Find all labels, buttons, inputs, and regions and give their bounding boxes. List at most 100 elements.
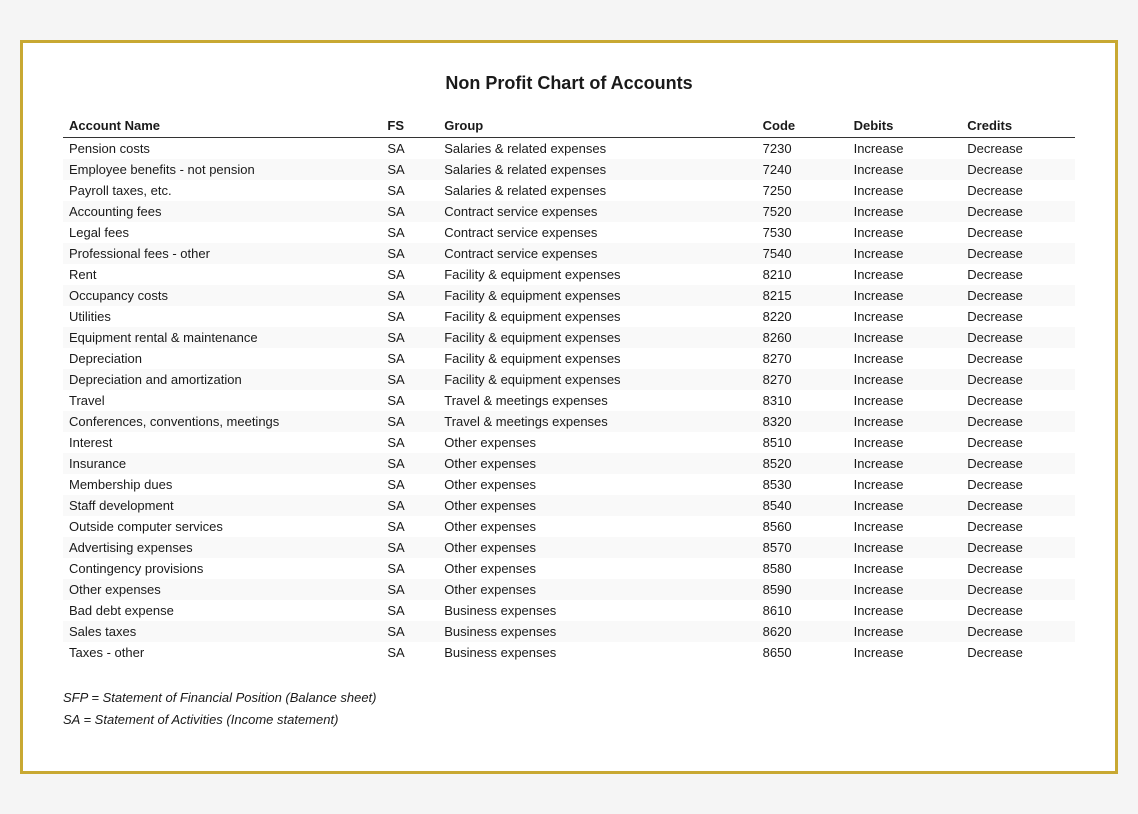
- fs-cell: SA: [381, 432, 438, 453]
- debits-cell: Increase: [848, 390, 962, 411]
- table-row: InterestSAOther expenses8510IncreaseDecr…: [63, 432, 1075, 453]
- fs-cell: SA: [381, 285, 438, 306]
- debits-cell: Increase: [848, 348, 962, 369]
- credits-cell: Decrease: [961, 579, 1075, 600]
- debits-cell: Increase: [848, 495, 962, 516]
- group-cell: Facility & equipment expenses: [438, 369, 756, 390]
- table-row: Staff developmentSAOther expenses8540Inc…: [63, 495, 1075, 516]
- code-cell: 8610: [757, 600, 848, 621]
- group-cell: Other expenses: [438, 516, 756, 537]
- account-name-cell: Legal fees: [63, 222, 381, 243]
- table-row: Payroll taxes, etc.SASalaries & related …: [63, 180, 1075, 201]
- fs-cell: SA: [381, 390, 438, 411]
- accounts-table: Account Name FS Group Code Debits Credit…: [63, 114, 1075, 663]
- code-cell: 8270: [757, 369, 848, 390]
- debits-cell: Increase: [848, 516, 962, 537]
- debits-cell: Increase: [848, 453, 962, 474]
- account-name-cell: Professional fees - other: [63, 243, 381, 264]
- credits-cell: Decrease: [961, 264, 1075, 285]
- table-header-row: Account Name FS Group Code Debits Credit…: [63, 114, 1075, 138]
- fs-cell: SA: [381, 264, 438, 285]
- table-body: Pension costsSASalaries & related expens…: [63, 137, 1075, 663]
- table-row: Employee benefits - not pensionSASalarie…: [63, 159, 1075, 180]
- group-cell: Facility & equipment expenses: [438, 285, 756, 306]
- debits-cell: Increase: [848, 537, 962, 558]
- group-cell: Facility & equipment expenses: [438, 348, 756, 369]
- credits-cell: Decrease: [961, 642, 1075, 663]
- credits-cell: Decrease: [961, 453, 1075, 474]
- account-name-cell: Payroll taxes, etc.: [63, 180, 381, 201]
- footnote-sa: SA = Statement of Activities (Income sta…: [63, 709, 1075, 731]
- debits-cell: Increase: [848, 642, 962, 663]
- credits-cell: Decrease: [961, 243, 1075, 264]
- code-cell: 8320: [757, 411, 848, 432]
- group-cell: Salaries & related expenses: [438, 159, 756, 180]
- credits-cell: Decrease: [961, 558, 1075, 579]
- table-row: TravelSATravel & meetings expenses8310In…: [63, 390, 1075, 411]
- fs-cell: SA: [381, 243, 438, 264]
- code-cell: 8220: [757, 306, 848, 327]
- page-title: Non Profit Chart of Accounts: [63, 73, 1075, 94]
- debits-cell: Increase: [848, 432, 962, 453]
- credits-cell: Decrease: [961, 285, 1075, 306]
- col-header-credits: Credits: [961, 114, 1075, 138]
- credits-cell: Decrease: [961, 222, 1075, 243]
- fs-cell: SA: [381, 411, 438, 432]
- table-row: Other expensesSAOther expenses8590Increa…: [63, 579, 1075, 600]
- col-header-code: Code: [757, 114, 848, 138]
- fs-cell: SA: [381, 579, 438, 600]
- account-name-cell: Insurance: [63, 453, 381, 474]
- code-cell: 8310: [757, 390, 848, 411]
- col-header-group: Group: [438, 114, 756, 138]
- table-row: Equipment rental & maintenanceSAFacility…: [63, 327, 1075, 348]
- table-row: Membership duesSAOther expenses8530Incre…: [63, 474, 1075, 495]
- account-name-cell: Interest: [63, 432, 381, 453]
- credits-cell: Decrease: [961, 369, 1075, 390]
- credits-cell: Decrease: [961, 474, 1075, 495]
- debits-cell: Increase: [848, 369, 962, 390]
- code-cell: 8570: [757, 537, 848, 558]
- code-cell: 8510: [757, 432, 848, 453]
- fs-cell: SA: [381, 516, 438, 537]
- group-cell: Business expenses: [438, 600, 756, 621]
- fs-cell: SA: [381, 453, 438, 474]
- group-cell: Other expenses: [438, 558, 756, 579]
- code-cell: 8580: [757, 558, 848, 579]
- code-cell: 8215: [757, 285, 848, 306]
- account-name-cell: Staff development: [63, 495, 381, 516]
- debits-cell: Increase: [848, 411, 962, 432]
- debits-cell: Increase: [848, 306, 962, 327]
- table-row: Depreciation and amortizationSAFacility …: [63, 369, 1075, 390]
- code-cell: 8590: [757, 579, 848, 600]
- group-cell: Other expenses: [438, 537, 756, 558]
- fs-cell: SA: [381, 537, 438, 558]
- table-row: InsuranceSAOther expenses8520IncreaseDec…: [63, 453, 1075, 474]
- fs-cell: SA: [381, 201, 438, 222]
- code-cell: 8650: [757, 642, 848, 663]
- credits-cell: Decrease: [961, 159, 1075, 180]
- table-row: DepreciationSAFacility & equipment expen…: [63, 348, 1075, 369]
- account-name-cell: Depreciation: [63, 348, 381, 369]
- credits-cell: Decrease: [961, 495, 1075, 516]
- code-cell: 8210: [757, 264, 848, 285]
- group-cell: Business expenses: [438, 621, 756, 642]
- group-cell: Contract service expenses: [438, 243, 756, 264]
- account-name-cell: Employee benefits - not pension: [63, 159, 381, 180]
- credits-cell: Decrease: [961, 600, 1075, 621]
- group-cell: Facility & equipment expenses: [438, 327, 756, 348]
- group-cell: Business expenses: [438, 642, 756, 663]
- group-cell: Other expenses: [438, 474, 756, 495]
- account-name-cell: Other expenses: [63, 579, 381, 600]
- group-cell: Other expenses: [438, 432, 756, 453]
- group-cell: Facility & equipment expenses: [438, 306, 756, 327]
- group-cell: Other expenses: [438, 495, 756, 516]
- code-cell: 8620: [757, 621, 848, 642]
- footnotes: SFP = Statement of Financial Position (B…: [63, 687, 1075, 731]
- group-cell: Contract service expenses: [438, 201, 756, 222]
- fs-cell: SA: [381, 642, 438, 663]
- group-cell: Salaries & related expenses: [438, 137, 756, 159]
- credits-cell: Decrease: [961, 306, 1075, 327]
- fs-cell: SA: [381, 474, 438, 495]
- table-row: Bad debt expenseSABusiness expenses8610I…: [63, 600, 1075, 621]
- account-name-cell: Contingency provisions: [63, 558, 381, 579]
